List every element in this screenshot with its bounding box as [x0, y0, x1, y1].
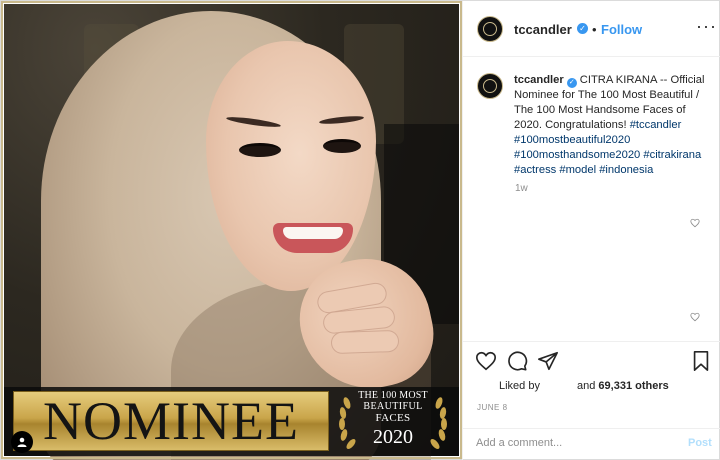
share-icon[interactable]: [537, 350, 559, 372]
post-sidebar: tccandler ✓ • Follow ··· tccandler ✓ CITRA…: [462, 1, 720, 460]
hashtag-link[interactable]: #citrakirana: [643, 149, 701, 161]
post-date[interactable]: JUNE 8: [477, 403, 508, 412]
avatar[interactable]: [477, 16, 503, 42]
comment-icon[interactable]: [506, 350, 528, 372]
post-comment-button[interactable]: Post: [688, 437, 712, 449]
caption-text: tccandler ✓ CITRA KIRANA -- Official Nomin…: [514, 73, 710, 178]
comment-like-heart-icon[interactable]: [690, 312, 700, 322]
verified-badge-icon: ✓: [566, 78, 577, 88]
hashtag-link[interactable]: #100mosthandsome2020: [514, 149, 640, 161]
liked-by-label: Liked by: [499, 380, 540, 392]
right-eye: [323, 139, 361, 153]
logo-icon: [483, 22, 497, 36]
award-line: FACES: [375, 412, 411, 424]
follow-button[interactable]: Follow: [601, 22, 642, 37]
hashtag-link[interactable]: #model: [559, 164, 596, 176]
teeth: [283, 227, 343, 239]
nominee-text: NOMINEE: [43, 391, 299, 451]
likes-count[interactable]: and 69,331 others: [577, 380, 669, 392]
caption-username[interactable]: tccandler: [514, 74, 564, 86]
comment-like-heart-icon[interactable]: [690, 218, 700, 228]
more-options-button[interactable]: ···: [696, 16, 717, 37]
bookmark-icon[interactable]: [690, 350, 712, 372]
add-comment-bar: Add a comment... Post: [463, 428, 720, 460]
likes-and: and: [577, 380, 596, 392]
heart-icon[interactable]: [475, 350, 497, 372]
award-year: 2020: [373, 426, 413, 448]
hashtag-link[interactable]: #actress: [514, 164, 556, 176]
award-line: THE 100 MOST: [358, 390, 428, 401]
instagram-post-window: NOMINEE THE 100 MOST BEAUTIFUL FACES 202…: [0, 0, 720, 460]
award-line: BEAUTIFUL: [363, 401, 423, 412]
award-title: THE 100 MOST BEAUTIFUL FACES 2020: [353, 389, 433, 448]
finger: [330, 329, 400, 355]
hashtag-link[interactable]: #100mostbeautiful2020: [514, 134, 630, 146]
caption-timestamp[interactable]: 1w: [515, 183, 528, 194]
nominee-plate: NOMINEE: [13, 391, 329, 451]
user-tag-button[interactable]: [11, 431, 33, 453]
likes-others[interactable]: 69,331 others: [598, 380, 668, 392]
post-actions: Liked by and 69,331 others JUNE 8 Add a …: [463, 341, 720, 459]
verified-badge-icon: ✓: [577, 23, 588, 34]
avatar[interactable]: [477, 73, 503, 99]
left-eye: [239, 143, 281, 157]
separator-dot: •: [592, 22, 597, 37]
header-username[interactable]: tccandler: [514, 22, 572, 37]
comment-input[interactable]: Add a comment...: [476, 437, 562, 449]
hashtag-link[interactable]: #indonesia: [599, 164, 653, 176]
post-header: tccandler ✓ • Follow ···: [463, 1, 720, 57]
hashtag-link[interactable]: #tccandler: [630, 119, 682, 131]
logo-icon: [483, 79, 497, 93]
user-tag-icon: [17, 437, 27, 447]
